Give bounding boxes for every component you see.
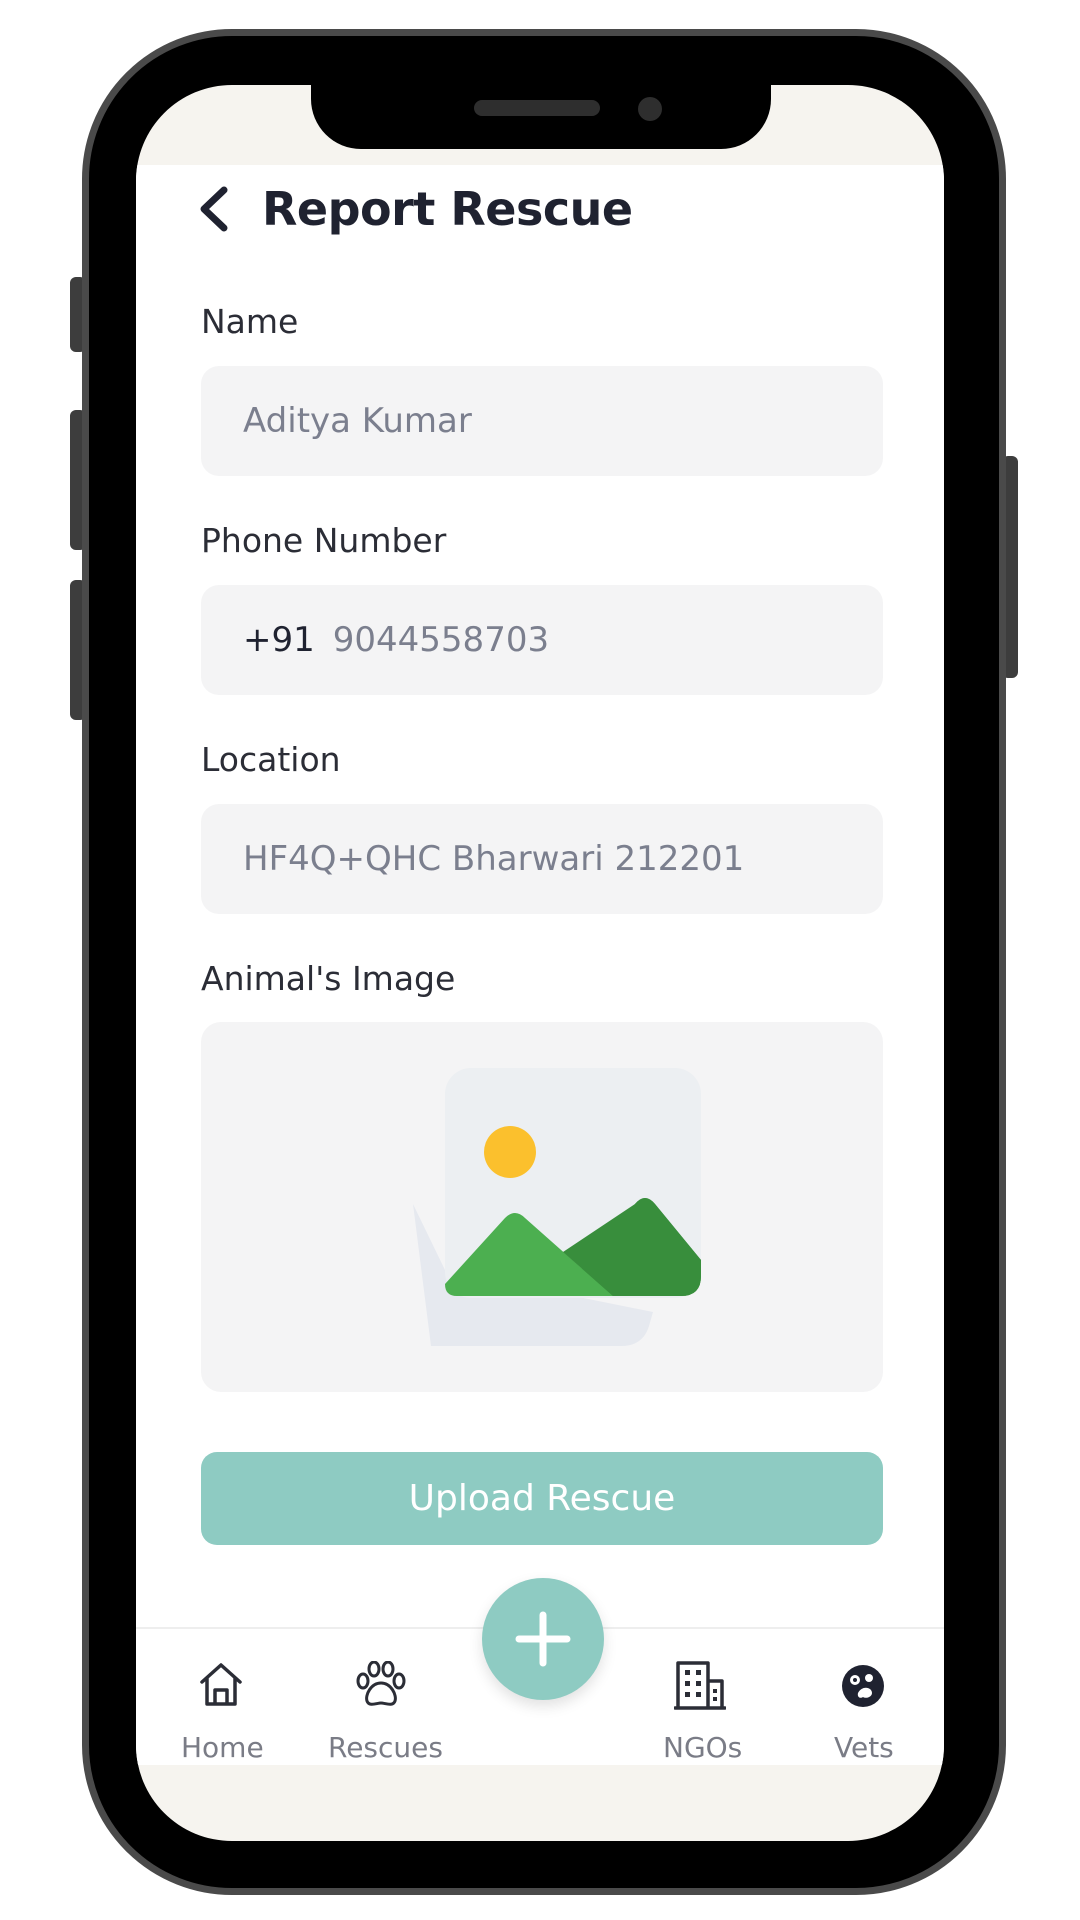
phone-value: 9044558703	[332, 620, 550, 660]
nav-label-home: Home	[181, 1731, 264, 1764]
name-field[interactable]: Aditya Kumar	[201, 366, 883, 476]
page-title: Report Rescue	[262, 182, 633, 236]
country-code-prefix: +91	[243, 620, 315, 660]
nav-label-vets: Vets	[834, 1731, 894, 1764]
image-upload-area[interactable]	[201, 1022, 883, 1392]
plus-icon	[515, 1611, 571, 1667]
nav-label-ngos: NGOs	[663, 1731, 743, 1764]
phone-field[interactable]: +91 9044558703	[201, 585, 883, 695]
location-label: Location	[201, 740, 341, 779]
notch-speaker	[474, 100, 600, 116]
back-arrow-icon[interactable]	[196, 184, 232, 234]
nav-label-rescues: Rescues	[328, 1731, 443, 1764]
building-icon	[674, 1661, 726, 1710]
phone-label: Phone Number	[201, 521, 447, 560]
image-label: Animal's Image	[201, 959, 456, 998]
notch-camera	[638, 97, 662, 121]
location-value: HF4Q+QHC Bharwari 212201	[243, 839, 745, 879]
name-label: Name	[201, 302, 299, 341]
location-field[interactable]: HF4Q+QHC Bharwari 212201	[201, 804, 883, 914]
home-icon	[200, 1663, 242, 1706]
phone-notch	[311, 85, 771, 149]
upload-rescue-button[interactable]: Upload Rescue	[201, 1452, 883, 1545]
add-rescue-fab[interactable]	[482, 1578, 604, 1700]
vet-icon	[842, 1665, 884, 1707]
paw-icon	[356, 1661, 406, 1706]
image-placeholder-icon	[413, 1068, 701, 1346]
name-value: Aditya Kumar	[243, 401, 472, 441]
